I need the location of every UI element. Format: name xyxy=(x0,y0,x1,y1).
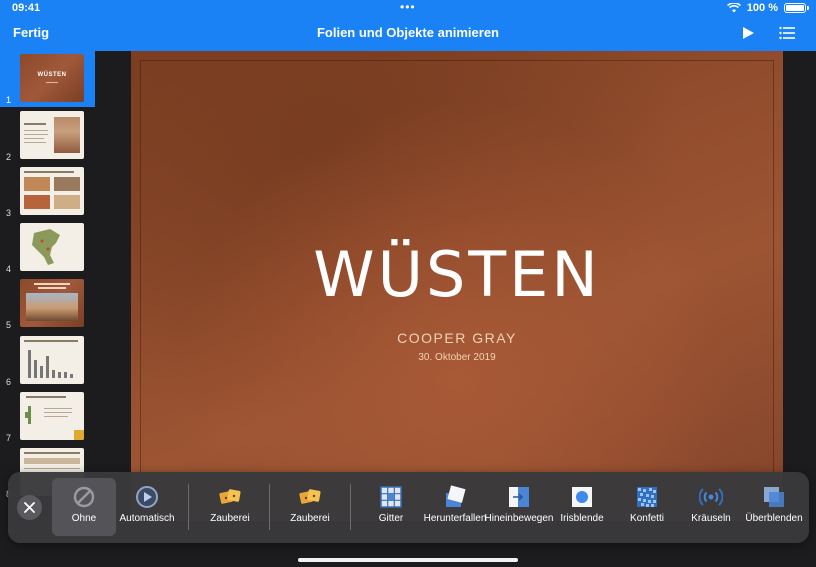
animation-label: Herunterfallen xyxy=(423,513,487,524)
top-bar: 09:41 ••• 100 % Fertig Folien und Objekt… xyxy=(0,0,816,51)
animation-picker: Ohne Automatisch Zauberei Zauberei Gitte… xyxy=(8,472,809,543)
animation-label: Ohne xyxy=(71,513,97,524)
animation-label: Zauberei xyxy=(290,513,330,524)
wifi-icon xyxy=(726,3,741,13)
animation-label: Konfetti xyxy=(630,513,664,524)
battery-icon xyxy=(784,3,809,13)
close-button[interactable] xyxy=(17,495,42,520)
magic-move-icon xyxy=(299,489,321,504)
slide-number: 6 xyxy=(6,377,12,387)
nav-row: Fertig Folien und Objekte animieren xyxy=(0,16,816,51)
iris-icon xyxy=(572,487,592,507)
magic-move-icon xyxy=(219,489,241,504)
thumbnail-title: WÜSTEN xyxy=(37,72,67,78)
grid-icon xyxy=(380,486,402,508)
current-slide[interactable]: WÜSTEN COOPER GRAY 30. Oktober 2019 xyxy=(131,51,783,521)
slide-thumbnail[interactable]: WÜSTEN xyxy=(20,54,84,102)
status-time: 09:41 xyxy=(12,2,41,14)
animation-none[interactable]: Ohne xyxy=(52,478,116,536)
animation-label: Irisblende xyxy=(560,513,604,524)
slide-thumbnail[interactable] xyxy=(20,111,84,159)
animation-auto[interactable]: Automatisch xyxy=(116,478,178,536)
slide-number: 4 xyxy=(6,264,12,274)
ripple-icon xyxy=(699,488,723,506)
multitasking-dots-icon[interactable]: ••• xyxy=(400,0,416,14)
outline-list-icon[interactable] xyxy=(779,26,795,40)
move-in-icon xyxy=(509,487,529,507)
slide-thumb-row[interactable]: 5 xyxy=(0,276,95,332)
play-icon[interactable] xyxy=(741,26,755,40)
slide-thumb-row[interactable]: 2 xyxy=(0,108,95,164)
animation-label: Zauberei xyxy=(210,513,250,524)
slide-title[interactable]: WÜSTEN xyxy=(131,238,783,311)
animation-confetti[interactable]: Konfetti xyxy=(616,478,678,536)
slide-number: 3 xyxy=(6,208,12,218)
animation-dissolve[interactable]: Überblenden xyxy=(742,478,806,536)
slide-number: 7 xyxy=(6,433,12,443)
slide-thumbnail[interactable] xyxy=(20,392,84,440)
slide-thumb-row[interactable]: 7 xyxy=(0,389,95,445)
animation-label: Überblenden xyxy=(745,513,803,524)
slide-date[interactable]: 30. Oktober 2019 xyxy=(131,352,783,363)
separator xyxy=(269,484,270,530)
battery-percent: 100 % xyxy=(746,2,778,14)
animation-magic-move-2[interactable]: Zauberei xyxy=(278,478,342,536)
animation-label: Automatisch xyxy=(119,513,175,524)
slide-number: 5 xyxy=(6,320,12,330)
animation-fall[interactable]: Herunterfallen xyxy=(422,478,488,536)
close-icon xyxy=(24,502,35,513)
animation-ripple[interactable]: Kräuseln xyxy=(680,478,742,536)
animation-magic-move[interactable]: Zauberei xyxy=(198,478,262,536)
page-title: Folien und Objekte animieren xyxy=(316,25,500,40)
slide-thumb-row[interactable]: WÜSTEN 1 xyxy=(0,51,95,107)
auto-play-icon xyxy=(136,486,158,508)
slide-thumbnail[interactable] xyxy=(20,223,84,271)
slide-number: 2 xyxy=(6,152,12,162)
slide-author[interactable]: COOPER GRAY xyxy=(131,330,783,346)
animation-label: Hineinbewegen xyxy=(484,513,554,524)
none-icon xyxy=(73,486,95,508)
status-bar: 09:41 ••• 100 % xyxy=(0,0,816,16)
slide-number: 1 xyxy=(6,95,12,105)
animation-grid[interactable]: Gitter xyxy=(360,478,422,536)
animation-label: Kräuseln xyxy=(691,513,731,524)
slide-thumb-row[interactable]: 4 xyxy=(0,220,95,276)
slide-thumb-row[interactable]: 6 xyxy=(0,333,95,389)
slide-thumb-row[interactable]: 3 xyxy=(0,164,95,220)
separator xyxy=(188,484,189,530)
animation-move-in[interactable]: Hineinbewegen xyxy=(484,478,554,536)
slide-thumbnail[interactable] xyxy=(20,336,84,384)
slide-thumbnail[interactable] xyxy=(20,279,84,327)
keynote-app: 09:41 ••• 100 % Fertig Folien und Objekt… xyxy=(0,0,816,567)
home-indicator[interactable] xyxy=(298,558,518,562)
slide-thumbnail[interactable] xyxy=(20,167,84,215)
confetti-icon xyxy=(637,487,657,507)
status-right: 100 % xyxy=(726,2,809,14)
animation-iris[interactable]: Irisblende xyxy=(554,478,610,536)
dissolve-icon xyxy=(764,487,784,507)
separator xyxy=(350,484,351,530)
fall-icon xyxy=(446,485,466,507)
animation-label: Gitter xyxy=(378,513,404,524)
